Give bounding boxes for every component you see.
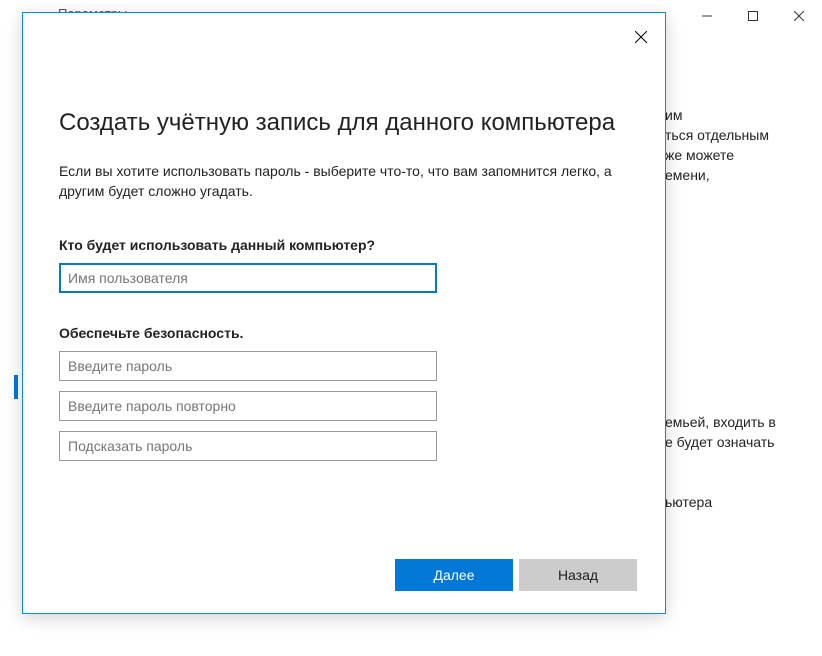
next-button[interactable]: Далее	[395, 559, 513, 591]
bg-text-2: емьей, входить в е будет означать	[665, 412, 822, 452]
bg-text-1: им ться отдельным же можете емени,	[665, 105, 822, 185]
dialog-description: Если вы хотите использовать пароль - выб…	[59, 161, 629, 201]
back-button[interactable]: Назад	[519, 559, 637, 591]
section-who-label: Кто будет использовать данный компьютер?	[59, 237, 629, 253]
close-dialog-button[interactable]	[625, 21, 657, 53]
section-security-label: Обеспечьте безопасность.	[59, 325, 629, 341]
window-controls	[684, 0, 822, 32]
left-accent	[14, 375, 18, 399]
password-confirm-input[interactable]	[59, 391, 437, 421]
close-window-button[interactable]	[776, 0, 822, 32]
minimize-button[interactable]	[684, 0, 730, 32]
username-input[interactable]	[59, 263, 437, 293]
bg-text-3: ьютера	[665, 492, 822, 512]
password-input[interactable]	[59, 351, 437, 381]
dialog-title: Создать учётную запись для данного компь…	[59, 109, 629, 137]
password-hint-input[interactable]	[59, 431, 437, 461]
maximize-button[interactable]	[730, 0, 776, 32]
create-account-dialog: Создать учётную запись для данного компь…	[22, 12, 666, 614]
